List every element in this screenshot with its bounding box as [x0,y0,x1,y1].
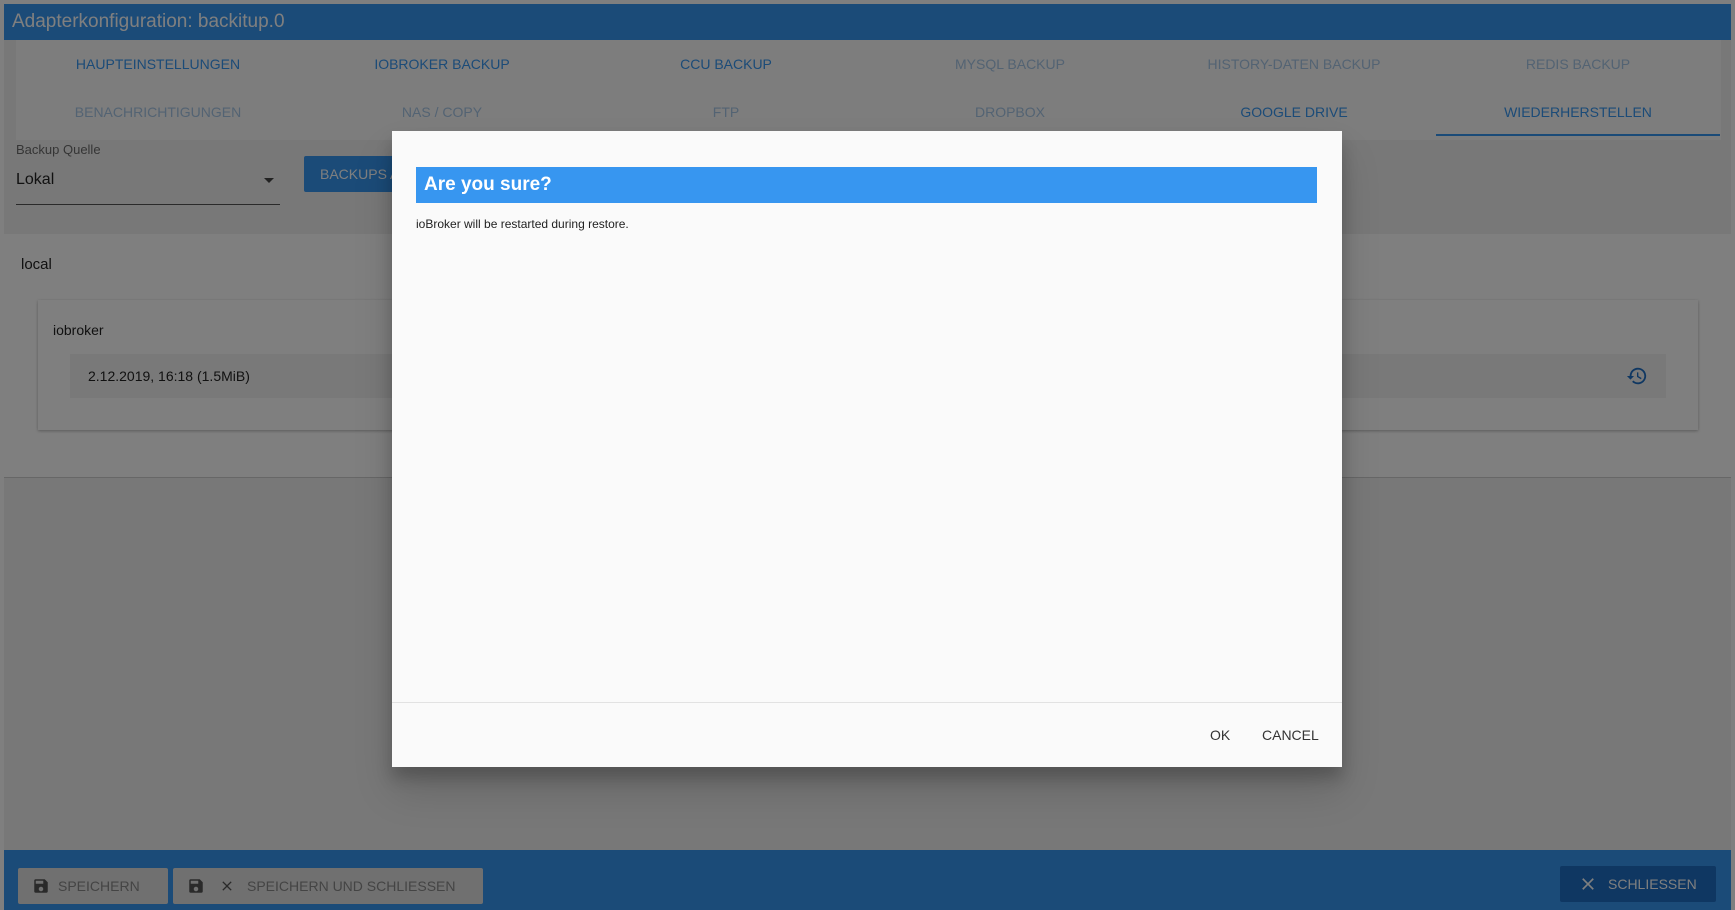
confirm-dialog: Are you sure? ioBroker will be restarted… [392,131,1342,767]
cancel-button[interactable]: CANCEL [1254,723,1327,747]
ok-button[interactable]: OK [1202,723,1238,747]
modal-backdrop[interactable]: Are you sure? ioBroker will be restarted… [0,0,1735,910]
dialog-title: Are you sure? [416,167,1317,203]
dialog-actions: OK CANCEL [392,702,1342,767]
dialog-message: ioBroker will be restarted during restor… [416,217,629,231]
